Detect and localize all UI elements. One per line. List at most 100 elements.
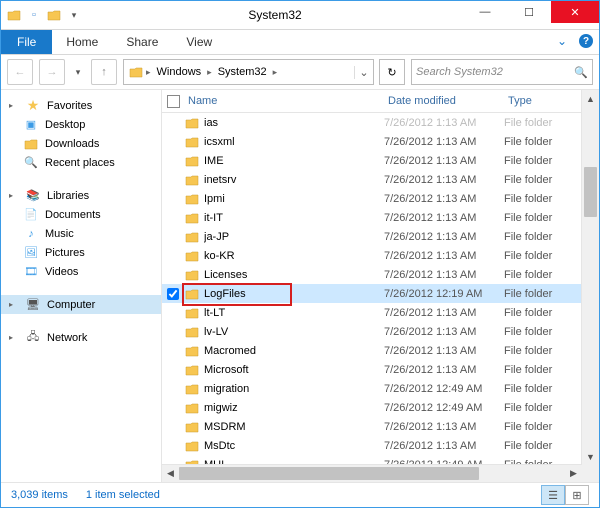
chevron-right-icon[interactable]: ▸ xyxy=(271,67,280,78)
table-row[interactable]: lv-LV7/26/2012 1:13 AMFile folder xyxy=(162,322,599,341)
minimize-button[interactable]: — xyxy=(463,1,507,23)
nav-libraries[interactable]: ▸📚Libraries xyxy=(1,186,161,205)
row-checkbox[interactable] xyxy=(162,288,184,300)
table-row[interactable]: LogFiles7/26/2012 12:19 AMFile folder xyxy=(162,284,599,303)
file-name: icsxml xyxy=(204,136,384,148)
nav-recent[interactable]: 🔍Recent places xyxy=(1,153,161,172)
search-input[interactable]: Search System32 🔍 xyxy=(411,59,593,85)
back-button[interactable]: ← xyxy=(7,59,33,85)
table-row[interactable]: inetsrv7/26/2012 1:13 AMFile folder xyxy=(162,170,599,189)
scroll-down-icon[interactable]: ▼ xyxy=(582,448,599,465)
row-checkbox[interactable] xyxy=(162,117,184,129)
refresh-button[interactable]: ↻ xyxy=(379,59,405,85)
table-row[interactable]: migwiz7/26/2012 12:49 AMFile folder xyxy=(162,398,599,417)
vertical-scrollbar[interactable]: ▲ ▼ xyxy=(581,90,599,465)
file-name: ias xyxy=(204,117,384,129)
tab-view[interactable]: View xyxy=(172,30,226,54)
new-folder-icon[interactable] xyxy=(45,6,63,24)
row-checkbox[interactable] xyxy=(162,269,184,281)
row-checkbox[interactable] xyxy=(162,174,184,186)
scroll-thumb[interactable] xyxy=(179,467,479,480)
rows: ias7/26/2012 1:13 AMFile foldericsxml7/2… xyxy=(162,113,599,482)
row-checkbox[interactable] xyxy=(162,364,184,376)
breadcrumb[interactable]: ▸ Windows ▸ System32 ▸ ⌄ xyxy=(123,59,374,85)
breadcrumb-dropdown[interactable]: ⌄ xyxy=(354,66,373,79)
ribbon-expand-icon[interactable]: ⌄ xyxy=(551,30,573,52)
forward-button[interactable]: → xyxy=(39,59,65,85)
folder-icon xyxy=(184,267,200,283)
folder-icon xyxy=(184,229,200,245)
nav-downloads[interactable]: Downloads xyxy=(1,134,161,153)
table-row[interactable]: Microsoft7/26/2012 1:13 AMFile folder xyxy=(162,360,599,379)
properties-icon[interactable]: ▫ xyxy=(25,6,43,24)
up-button[interactable]: ↑ xyxy=(91,59,117,85)
nav-music[interactable]: ♪Music xyxy=(1,224,161,243)
file-tab[interactable]: File xyxy=(1,30,52,54)
col-name[interactable]: Name xyxy=(184,95,388,107)
qat-dropdown-icon[interactable]: ▾ xyxy=(65,6,83,24)
table-row[interactable]: ias7/26/2012 1:13 AMFile folder xyxy=(162,113,599,132)
row-checkbox[interactable] xyxy=(162,383,184,395)
horizontal-scrollbar[interactable]: ◀ ▶ xyxy=(162,464,582,482)
file-name: Ipmi xyxy=(204,193,384,205)
scroll-thumb[interactable] xyxy=(584,167,597,217)
nav-documents[interactable]: 📄Documents xyxy=(1,205,161,224)
nav-pictures[interactable]: 🖼Pictures xyxy=(1,243,161,262)
documents-icon: 📄 xyxy=(23,207,39,223)
table-row[interactable]: Licenses7/26/2012 1:13 AMFile folder xyxy=(162,265,599,284)
table-row[interactable]: MSDRM7/26/2012 1:13 AMFile folder xyxy=(162,417,599,436)
table-row[interactable]: ko-KR7/26/2012 1:13 AMFile folder xyxy=(162,246,599,265)
row-checkbox[interactable] xyxy=(162,402,184,414)
nav-label: Libraries xyxy=(47,190,89,202)
row-checkbox[interactable] xyxy=(162,193,184,205)
history-dropdown[interactable]: ▾ xyxy=(71,60,85,84)
table-row[interactable]: ja-JP7/26/2012 1:13 AMFile folder xyxy=(162,227,599,246)
table-row[interactable]: icsxml7/26/2012 1:13 AMFile folder xyxy=(162,132,599,151)
col-date[interactable]: Date modified xyxy=(388,95,508,107)
row-checkbox[interactable] xyxy=(162,326,184,338)
file-date: 7/26/2012 1:13 AM xyxy=(384,136,504,148)
tab-share[interactable]: Share xyxy=(112,30,172,54)
table-row[interactable]: MsDtc7/26/2012 1:13 AMFile folder xyxy=(162,436,599,455)
scroll-left-icon[interactable]: ◀ xyxy=(162,465,179,482)
chevron-right-icon[interactable]: ▸ xyxy=(205,67,214,78)
nav-favorites[interactable]: ▸★Favorites xyxy=(1,96,161,115)
table-row[interactable]: IME7/26/2012 1:13 AMFile folder xyxy=(162,151,599,170)
file-type: File folder xyxy=(504,174,552,186)
table-row[interactable]: it-IT7/26/2012 1:13 AMFile folder xyxy=(162,208,599,227)
select-all-checkbox[interactable] xyxy=(162,95,184,108)
nav-computer[interactable]: ▸🖥Computer xyxy=(1,295,161,314)
breadcrumb-seg[interactable]: Windows xyxy=(153,66,206,78)
row-checkbox[interactable] xyxy=(162,345,184,357)
tab-home[interactable]: Home xyxy=(52,30,112,54)
nav-network[interactable]: ▸🖧Network xyxy=(1,328,161,347)
table-row[interactable]: Ipmi7/26/2012 1:13 AMFile folder xyxy=(162,189,599,208)
row-checkbox[interactable] xyxy=(162,440,184,452)
pictures-icon: 🖼 xyxy=(23,245,39,261)
details-view-button[interactable]: ☰ xyxy=(541,485,565,505)
close-button[interactable]: ✕ xyxy=(551,1,599,23)
help-button[interactable]: ? xyxy=(575,30,597,52)
table-row[interactable]: migration7/26/2012 12:49 AMFile folder xyxy=(162,379,599,398)
navbar: ← → ▾ ↑ ▸ Windows ▸ System32 ▸ ⌄ ↻ Searc… xyxy=(1,55,599,90)
row-checkbox[interactable] xyxy=(162,136,184,148)
row-checkbox[interactable] xyxy=(162,155,184,167)
file-date: 7/26/2012 1:13 AM xyxy=(384,174,504,186)
table-row[interactable]: Macromed7/26/2012 1:13 AMFile folder xyxy=(162,341,599,360)
scroll-right-icon[interactable]: ▶ xyxy=(565,465,582,482)
file-date: 7/26/2012 1:13 AM xyxy=(384,307,504,319)
row-checkbox[interactable] xyxy=(162,250,184,262)
maximize-button[interactable]: ☐ xyxy=(507,1,551,23)
nav-desktop[interactable]: ▣Desktop xyxy=(1,115,161,134)
scroll-up-icon[interactable]: ▲ xyxy=(582,90,599,107)
row-checkbox[interactable] xyxy=(162,421,184,433)
row-checkbox[interactable] xyxy=(162,212,184,224)
icons-view-button[interactable]: ⊞ xyxy=(565,485,589,505)
row-checkbox[interactable] xyxy=(162,231,184,243)
row-checkbox[interactable] xyxy=(162,307,184,319)
chevron-right-icon[interactable]: ▸ xyxy=(144,67,153,78)
nav-videos[interactable]: 🎞Videos xyxy=(1,262,161,281)
nav-label: Favorites xyxy=(47,100,92,112)
table-row[interactable]: lt-LT7/26/2012 1:13 AMFile folder xyxy=(162,303,599,322)
breadcrumb-seg[interactable]: System32 xyxy=(214,66,271,78)
